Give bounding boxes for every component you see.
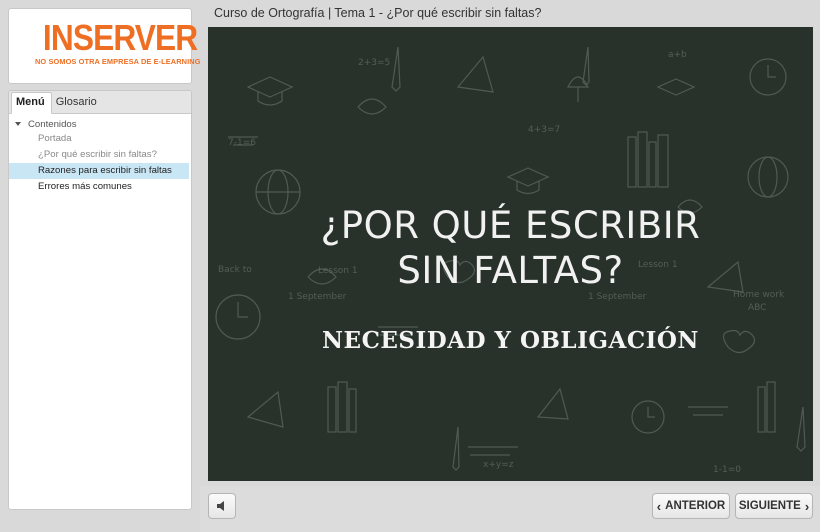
tab-glossary[interactable]: Glosario [52, 93, 103, 113]
svg-text:1-1=0: 1-1=0 [713, 465, 741, 475]
slide-title-line2: SIN FALTAS? [397, 249, 624, 292]
tree-section-label: Contenidos [28, 118, 77, 130]
course-title: Curso de Ortografía | Tema 1 - ¿Por qué … [214, 6, 542, 20]
previous-label: ANTERIOR [665, 500, 726, 512]
logo-panel: INSERVER NO SOMOS OTRA EMPRESA DE E-LEAR… [8, 8, 201, 84]
logo-tagline: NO SOMOS OTRA EMPRESA DE E-LEARNING [35, 57, 201, 66]
svg-text:a+b: a+b [668, 50, 687, 60]
contents-tree: Contenidos Portada ¿Por qué escribir sin… [9, 114, 191, 195]
tree-item-por-que[interactable]: ¿Por qué escribir sin faltas? [9, 147, 189, 163]
svg-text:1 September: 1 September [288, 292, 347, 302]
next-label: SIGUIENTE [738, 500, 801, 512]
slide-canvas: Back to Lesson 1 Lesson 1 1 September 1 … [208, 27, 813, 481]
sidebar-tabs: Menú Glosario [9, 91, 191, 114]
tree-item-razones[interactable]: Razones para escribir sin faltas [9, 163, 189, 179]
logo: INSERVER NO SOMOS OTRA EMPRESA DE E-LEAR… [35, 17, 201, 77]
next-button[interactable]: SIGUIENTE › [735, 493, 813, 519]
svg-text:1 September: 1 September [588, 292, 647, 302]
logo-brand: INSERVER [42, 17, 198, 58]
caret-down-icon[interactable] [15, 122, 21, 126]
svg-text:ABC: ABC [748, 303, 766, 313]
svg-text:7-1=6: 7-1=6 [228, 138, 256, 148]
slide-title-line1: ¿POR QUÉ ESCRIBIR [320, 204, 701, 247]
tree-item-errores[interactable]: Errores más comunes [9, 179, 189, 195]
chevron-left-icon: ‹ [656, 498, 662, 514]
svg-text:2+3=5: 2+3=5 [358, 58, 390, 68]
tab-menu[interactable]: Menú [11, 92, 52, 114]
tree-section-contents[interactable]: Contenidos [9, 117, 191, 131]
speaker-icon[interactable] [216, 500, 228, 512]
tree-item-portada[interactable]: Portada [9, 131, 189, 147]
slide-title: ¿POR QUÉ ESCRIBIR SIN FALTAS? [208, 203, 813, 293]
svg-text:x+y=z: x+y=z [483, 460, 514, 470]
sidebar-menu: Menú Glosario Contenidos Portada ¿Por qu… [8, 90, 192, 510]
previous-button[interactable]: ‹ ANTERIOR [652, 493, 730, 519]
volume-button[interactable] [208, 493, 236, 519]
svg-text:4+3=7: 4+3=7 [528, 125, 560, 135]
slide-subtitle: NECESIDAD Y OBLIGACIÓN [322, 327, 699, 354]
chevron-right-icon: › [804, 498, 810, 514]
